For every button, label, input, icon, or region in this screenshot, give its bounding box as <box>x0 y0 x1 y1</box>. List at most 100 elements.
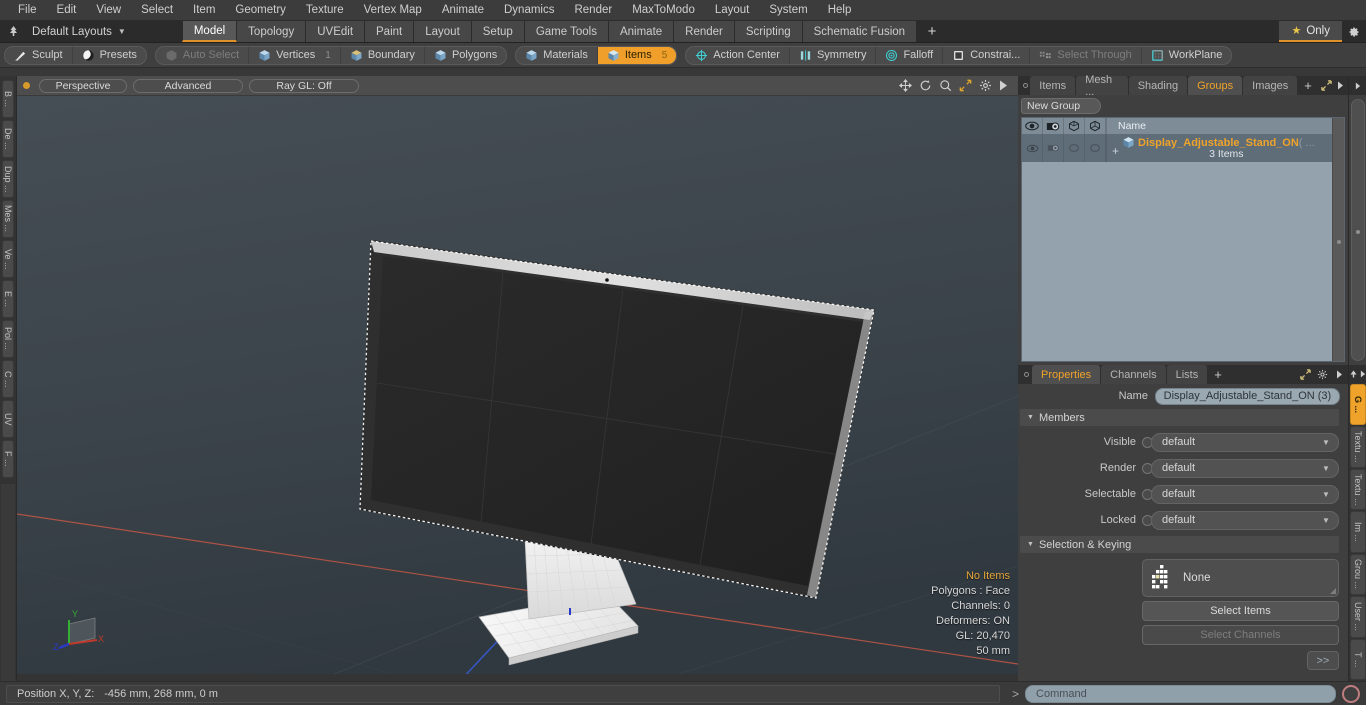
falloff-button[interactable]: Falloff <box>876 46 944 64</box>
viewport-bottom-scrollbar[interactable] <box>17 674 1018 681</box>
command-input[interactable]: Command <box>1025 684 1336 703</box>
gear-icon[interactable] <box>1342 21 1366 42</box>
right-tab-tools[interactable]: T ... <box>1349 638 1366 680</box>
items-button[interactable]: Items 5 <box>597 46 677 64</box>
menu-render[interactable]: Render <box>564 0 622 21</box>
tab-game-tools[interactable]: Game Tools <box>524 21 609 42</box>
menu-vertex-map[interactable]: Vertex Map <box>354 0 432 21</box>
panel-tab-properties[interactable]: Properties <box>1032 365 1101 384</box>
expand-properties-icon[interactable] <box>1297 365 1314 384</box>
polygons-button[interactable]: Polygons <box>425 47 506 64</box>
row-visible-toggle[interactable] <box>1022 134 1043 162</box>
tab-topology[interactable]: Topology <box>237 21 307 42</box>
menu-system[interactable]: System <box>759 0 817 21</box>
panel-tab-shading[interactable]: Shading <box>1128 76 1188 95</box>
viewport-projection-dropdown[interactable]: Perspective <box>39 78 127 93</box>
row-selectable-toggle[interactable] <box>1064 134 1085 162</box>
right-strip-overflow-icon[interactable] <box>1348 76 1366 95</box>
render-camera-icon[interactable] <box>1043 118 1064 134</box>
left-tab-fusion[interactable]: F ... <box>2 440 14 478</box>
group-name-field[interactable]: Display_Adjustable_Stand_ON (3) <box>1154 387 1340 405</box>
row-name-cell[interactable]: + Display_Adjustable_Stand_ON( ... 3 Ite… <box>1106 134 1332 162</box>
menu-view[interactable]: View <box>86 0 131 21</box>
members-section-header[interactable]: ▼ Members <box>1020 409 1339 426</box>
locked-dropdown[interactable]: default ▼ <box>1151 510 1339 530</box>
table-row[interactable]: + Display_Adjustable_Stand_ON( ... 3 Ite… <box>1022 134 1332 162</box>
materials-button[interactable]: Materials <box>516 46 598 64</box>
fit-icon[interactable] <box>959 79 972 92</box>
tab-paint[interactable]: Paint <box>365 21 415 42</box>
action-center-button[interactable]: Action Center <box>686 46 790 64</box>
gear-icon[interactable] <box>979 79 992 92</box>
visible-dropdown[interactable]: default ▼ <box>1151 432 1339 452</box>
menu-item[interactable]: Item <box>183 0 225 21</box>
vertices-button[interactable]: Vertices 1 <box>249 46 341 64</box>
play-icon[interactable] <box>999 80 1008 91</box>
cube-outline-icon[interactable] <box>1064 118 1085 134</box>
new-group-button[interactable]: New Group <box>1021 98 1101 114</box>
panel-add-tab-button[interactable]: + <box>1298 76 1318 95</box>
menu-animate[interactable]: Animate <box>432 0 494 21</box>
tab-layout[interactable]: Layout <box>414 21 472 42</box>
add-tab-button[interactable]: + <box>917 21 948 42</box>
selectable-dropdown[interactable]: default ▼ <box>1151 484 1339 504</box>
right-tab-texture-1[interactable]: Textu ... <box>1349 426 1366 468</box>
default-layouts-dropdown[interactable]: Default Layouts ▼ <box>26 21 136 42</box>
left-tab-mesh[interactable]: Mes ... <box>2 200 14 238</box>
home-tree-icon[interactable] <box>0 21 26 42</box>
render-dropdown[interactable]: default ▼ <box>1151 458 1339 478</box>
tab-setup[interactable]: Setup <box>471 21 525 42</box>
menu-select[interactable]: Select <box>131 0 183 21</box>
panel-tab-images[interactable]: Images <box>1243 76 1298 95</box>
panel-tab-mesh[interactable]: Mesh ... <box>1076 74 1128 98</box>
menu-layout[interactable]: Layout <box>705 0 760 21</box>
menu-dynamics[interactable]: Dynamics <box>494 0 564 21</box>
auto-select-button[interactable]: Auto Select <box>156 46 250 64</box>
menu-geometry[interactable]: Geometry <box>225 0 296 21</box>
tab-schematic-fusion[interactable]: Schematic Fusion <box>802 21 918 42</box>
tab-animate[interactable]: Animate <box>608 21 675 42</box>
boundary-button[interactable]: Boundary <box>341 46 425 64</box>
expand-panel-icon[interactable] <box>1319 76 1334 95</box>
select-channels-button[interactable]: Select Channels <box>1142 625 1339 645</box>
viewport-shading-dropdown[interactable]: Advanced <box>133 78 243 93</box>
left-tab-edge[interactable]: E ... <box>2 280 14 318</box>
presets-button[interactable]: Presets <box>73 47 146 64</box>
menu-texture[interactable]: Texture <box>296 0 354 21</box>
right-strip-tab-header[interactable] <box>1348 365 1366 383</box>
eye-icon[interactable] <box>1022 118 1043 134</box>
menu-file[interactable]: File <box>8 0 47 21</box>
right-strip-scroll-region[interactable] <box>1348 95 1366 365</box>
keying-set-selector[interactable]: None <box>1142 559 1339 597</box>
workplane-button[interactable]: WorkPlane <box>1142 47 1232 64</box>
symmetry-button[interactable]: Symmetry <box>790 46 877 64</box>
tab-render[interactable]: Render <box>674 21 735 42</box>
zoom-icon[interactable] <box>939 79 952 92</box>
left-tab-uv[interactable]: UV <box>2 400 14 438</box>
row-expander-icon[interactable]: + <box>1112 145 1119 157</box>
properties-add-tab-button[interactable]: + <box>1208 365 1228 384</box>
tab-uvedit[interactable]: UVEdit <box>306 21 366 42</box>
right-tab-texture-2[interactable]: Textu ... <box>1349 468 1366 511</box>
cube-lock-icon[interactable] <box>1085 118 1106 134</box>
viewport-raygl-dropdown[interactable]: Ray GL: Off <box>249 78 359 93</box>
right-tab-user[interactable]: User ... <box>1349 596 1366 638</box>
panel-menu-dot[interactable] <box>1020 76 1030 95</box>
left-tab-duplicate[interactable]: Dup ... <box>2 160 14 198</box>
menu-maxtomodo[interactable]: MaxToModo <box>622 0 705 21</box>
left-tab-basic[interactable]: B ... <box>2 80 14 118</box>
select-items-button[interactable]: Select Items <box>1142 601 1339 621</box>
row-render-toggle[interactable] <box>1043 134 1064 162</box>
rotate-icon[interactable] <box>919 79 932 92</box>
right-tab-groups[interactable]: G ... <box>1349 384 1366 426</box>
right-tab-images[interactable]: Im ... <box>1349 511 1366 553</box>
panel-tab-channels[interactable]: Channels <box>1101 365 1166 384</box>
right-tab-groups-2[interactable]: Grou ... <box>1349 553 1366 596</box>
tab-model[interactable]: Model <box>181 21 238 42</box>
menu-edit[interactable]: Edit <box>47 0 87 21</box>
tab-scripting[interactable]: Scripting <box>734 21 803 42</box>
left-tab-polygon[interactable]: Pol ... <box>2 320 14 358</box>
selection-keying-section-header[interactable]: ▼ Selection & Keying <box>1020 536 1339 553</box>
panel-tab-items[interactable]: Items <box>1030 76 1076 95</box>
groups-tree-scrollbar[interactable] <box>1331 118 1344 361</box>
